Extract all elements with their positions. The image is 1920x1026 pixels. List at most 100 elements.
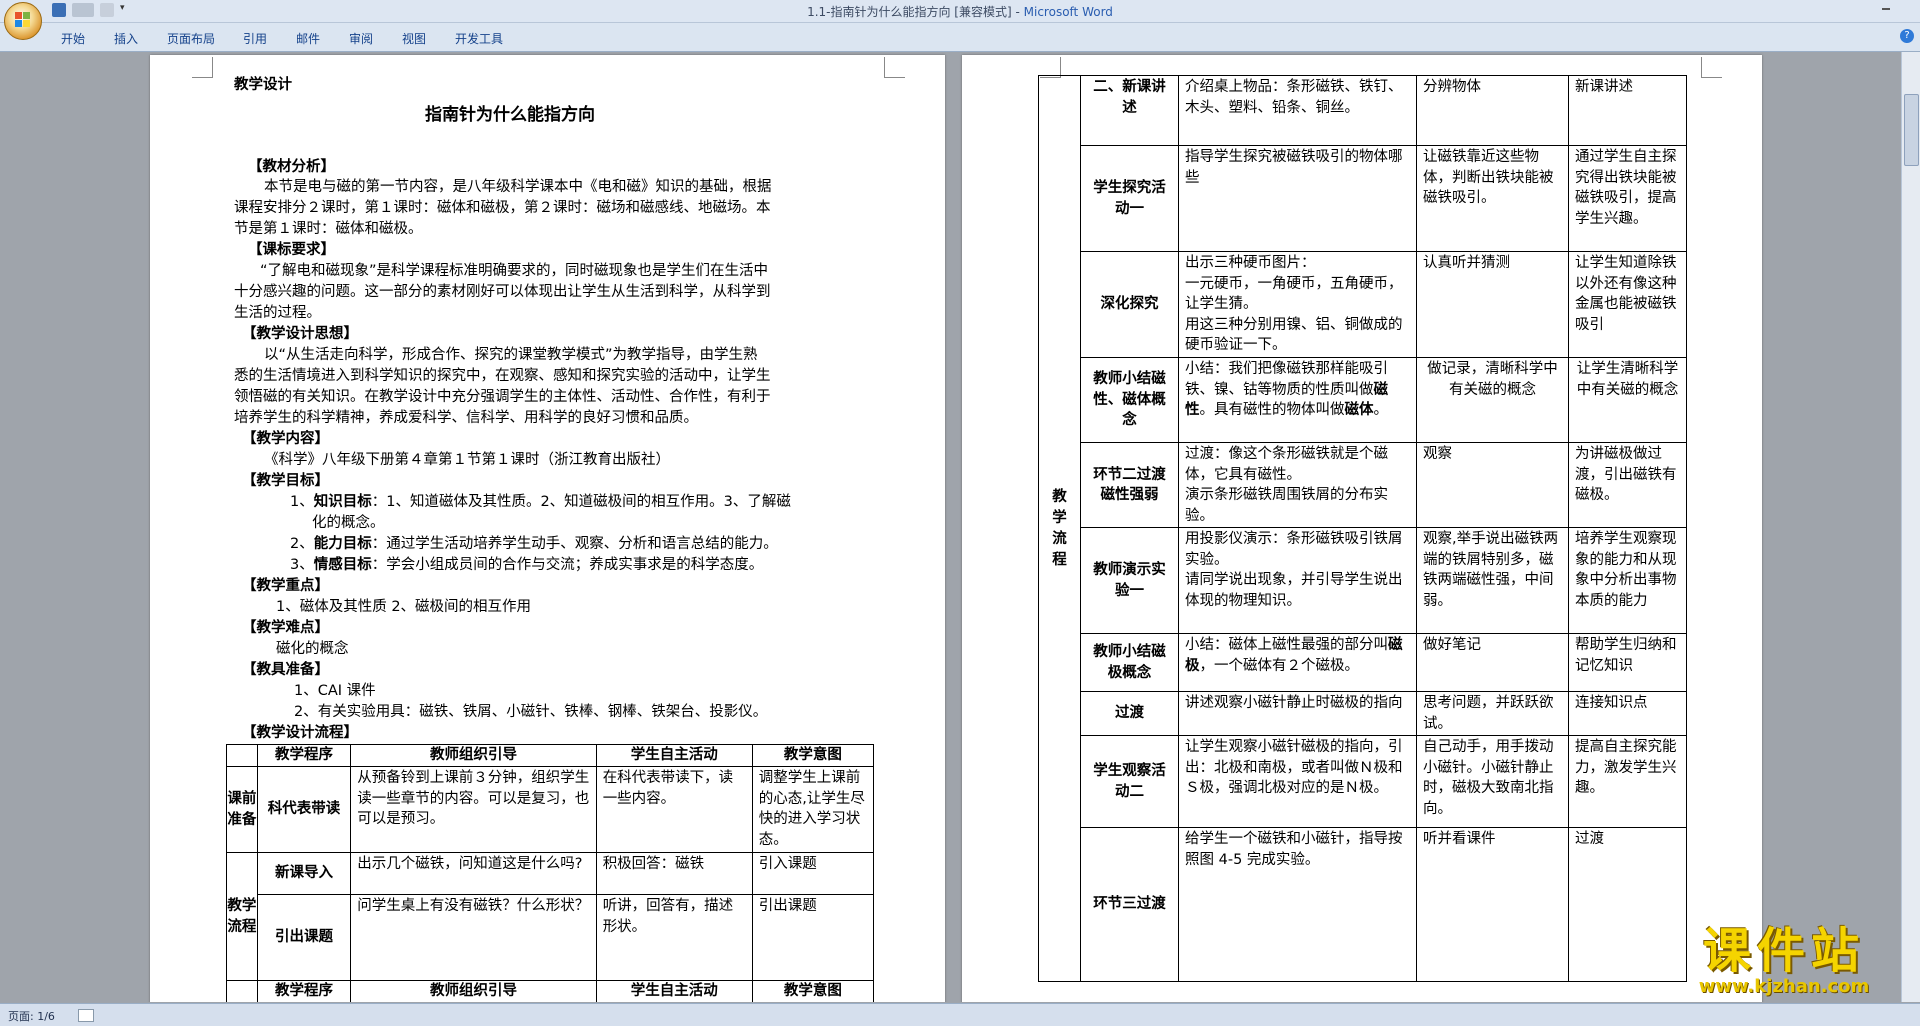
- intent-cell: 连接知识点: [1568, 691, 1687, 736]
- intent-cell: 调整学生上课前的心态,让学生尽快的进入学习状态。: [751, 766, 875, 853]
- table-row: 教师演示实验一 用投影仪演示：条形磁铁吸引铁屑实验。 请同学说出现象，并引导学生说…: [1039, 527, 1687, 634]
- group-label-cell: 教学流程: [226, 852, 258, 981]
- customize-toolbar-icon[interactable]: ▾: [120, 3, 130, 17]
- crop-mark: [192, 57, 213, 78]
- section-heading: 【教学设计流程】: [242, 725, 358, 741]
- ribbon-tabs: 开始 插入 页面布局 引用 邮件 审阅 视图 开发工具 ?: [0, 23, 1920, 52]
- tab-references[interactable]: 引用: [243, 30, 267, 47]
- window-title: 1.1-指南针为什么能指方向 [兼容模式] - Microsoft Word: [0, 3, 1920, 20]
- minimize-icon: [1882, 8, 1890, 10]
- section-heading: 【教材分析】: [248, 159, 335, 175]
- teacher-line: 演示条形磁铁周围铁屑的分布实验。: [1185, 487, 1388, 524]
- teacher-cell: 出示几个磁铁，问知道这是什么吗?: [350, 852, 597, 895]
- vertical-scrollbar[interactable]: [1901, 52, 1920, 1002]
- step-cell: 学生探究活动一: [1080, 145, 1179, 252]
- goal-label: 能力目标: [313, 536, 372, 552]
- section-heading: 【教具准备】: [242, 662, 329, 678]
- crop-mark: [884, 57, 905, 78]
- tab-view[interactable]: 视图: [402, 30, 426, 47]
- student-cell: 认真听并猜测: [1416, 251, 1569, 358]
- paragraph-line: 以“从生活走向科学，形成合作、探究的课堂教学模式”为教学指导，由学生熟: [264, 347, 758, 363]
- teacher-cell: 从预备铃到上课前３分钟，组织学生读一些章节的内容。可以是复习，也可以是预习。: [350, 766, 597, 853]
- goal-line: 2、能力目标：通过学生活动培养学生动手、观察、分析和语言总结的能力。: [290, 534, 778, 555]
- scrollbar-thumb[interactable]: [1904, 94, 1919, 166]
- tab-page-layout[interactable]: 页面布局: [167, 30, 215, 47]
- column-header: 教学程序: [256, 744, 352, 767]
- student-cell: 听讲，回答有，描述形状。: [595, 894, 753, 981]
- section-heading: 【教学设计思想】: [242, 326, 358, 342]
- section-heading: 【教学目标】: [242, 473, 329, 489]
- minimize-button[interactable]: [1882, 4, 1912, 14]
- table-row: 教师小结磁极概念 小结：磁体上磁性最强的部分叫磁极，一个磁体有２个磁极。 做好笔…: [1039, 633, 1687, 692]
- goal-line-cont: 化的概念。: [312, 515, 385, 531]
- step-cell: 学生观察活动二: [1080, 735, 1179, 828]
- tab-mailings[interactable]: 邮件: [296, 30, 320, 47]
- status-bar: 页面: 1/6: [0, 1003, 1920, 1026]
- help-icon[interactable]: ?: [1900, 29, 1914, 43]
- quick-access-toolbar: ▾: [52, 3, 130, 17]
- teacher-cell: 让学生观察小磁针磁极的指向，引出：北极和南极，或者叫做Ｎ极和Ｓ极，强调北极对应的…: [1178, 735, 1417, 828]
- teacher-cell: 讲述观察小磁针静止时磁极的指向: [1178, 691, 1417, 736]
- student-cell: 听并看课件: [1416, 827, 1569, 982]
- intent-cell: 通过学生自主探究得出铁块能被磁铁吸引，提高学生兴趣。: [1568, 145, 1687, 252]
- paragraph-line: 课程安排分２课时，第１课时：磁体和磁极，第２课时：磁场和磁感线、地磁场。本: [234, 200, 771, 216]
- table-cell: [226, 980, 258, 1002]
- table-header-row: 教学程序 教师组织引导 学生自主活动 教学意图: [226, 744, 875, 767]
- teacher-cell: 小结：磁体上磁性最强的部分叫磁极，一个磁体有２个磁极。: [1178, 633, 1417, 692]
- paragraph-line: “了解电和磁现象”是科学课程标准明确要求的，同时磁现象也是学生们在生活中: [260, 263, 769, 279]
- document-workspace[interactable]: 教学设计 指南针为什么能指方向 【教材分析】 本节是电与磁的第一节内容，是八年级…: [0, 52, 1920, 1002]
- teacher-cell: 过渡：像这个条形磁铁就是个磁体，它具有磁性。 演示条形磁铁周围铁屑的分布实验。: [1178, 442, 1417, 528]
- page-2: 教学流程 二、新课讲述 介绍桌上物品：条形磁铁、铁钉、木头、塑料、铅条、铜丝。 …: [962, 55, 1762, 1002]
- table-cell: [226, 744, 258, 767]
- teacher-cell: 用投影仪演示：条形磁铁吸引铁屑实验。 请同学说出现象，并引导学生说出体现的物理知识…: [1178, 527, 1417, 634]
- teacher-text: 小结：我们把像磁铁那样能吸引铁、镍、钴等物质的性质叫做: [1185, 361, 1388, 398]
- lesson-flow-table: 教学程序 教师组织引导 学生自主活动 教学意图 课前准备 科代表带读 从预备铃到…: [226, 744, 875, 1002]
- intent-cell: 引出课题: [751, 894, 875, 981]
- student-cell: 观察: [1416, 442, 1569, 528]
- teacher-cell: 问学生桌上有没有磁铁？什么形状？: [350, 894, 597, 981]
- goal-text: ：1、知道磁体及其性质。2、知道磁极间的相互作用。3、了解磁: [371, 494, 791, 510]
- goal-number: 3、: [290, 557, 314, 573]
- paragraph-line: 1、CAI 课件: [294, 683, 376, 699]
- student-cell: 思考问题，并跃跃欲试。: [1416, 691, 1569, 736]
- paragraph-line: 2、有关实验用具：磁铁、铁屑、小磁针、铁棒、钢棒、铁架台、投影仪。: [294, 704, 768, 720]
- section-heading: 【课标要求】: [248, 242, 335, 258]
- paragraph-line: 《科学》八年级下册第４章第１节第１课时（浙江教育出版社）: [264, 452, 670, 468]
- teacher-cell: 指导学生探究被磁铁吸引的物体哪些: [1178, 145, 1417, 252]
- key-term: 磁体: [1344, 402, 1374, 418]
- proofing-icon[interactable]: [78, 1009, 94, 1022]
- paragraph-line: 磁化的概念: [276, 641, 349, 657]
- intent-cell: 让学生知道除铁以外还有像这种金属也能被磁铁吸引: [1568, 251, 1687, 358]
- tab-developer[interactable]: 开发工具: [455, 30, 503, 47]
- watermark-url: www.kjzhan.com: [1698, 976, 1870, 997]
- watermark-logo: 课件站: [1702, 923, 1865, 979]
- table-header-row-repeat: 教学程序 教师组织引导 学生自主活动 教学意图: [226, 980, 875, 1002]
- paragraph-line: 节是第１课时：磁体和磁极。: [234, 221, 423, 237]
- student-cell: 自己动手，用手拨动小磁针。小磁针静止时，磁极大致南北指向。: [1416, 735, 1569, 828]
- table-row: 过渡 讲述观察小磁针静止时磁极的指向 思考问题，并跃跃欲试。 连接知识点: [1039, 691, 1687, 736]
- student-cell: 在科代表带读下，读一些内容。: [595, 766, 753, 853]
- step-cell: 科代表带读: [256, 766, 352, 853]
- goal-label: 知识目标: [313, 494, 372, 510]
- page-1: 教学设计 指南针为什么能指方向 【教材分析】 本节是电与磁的第一节内容，是八年级…: [150, 55, 945, 1002]
- teacher-text: 小结：磁体上磁性最强的部分叫: [1185, 637, 1388, 653]
- office-button[interactable]: [4, 2, 42, 40]
- intent-cell: 提高自主探究能力，激发学生兴趣。: [1568, 735, 1687, 828]
- tab-home[interactable]: 开始: [61, 30, 85, 47]
- teacher-line: 用这三种分别用镍、铝、铜做成的硬币验证一下。: [1185, 316, 1403, 354]
- undo-icon[interactable]: [72, 3, 94, 17]
- paragraph-line: 十分感兴趣的问题。这一部分的素材刚好可以体现出让学生从生活到科学，从科学到: [234, 284, 771, 300]
- redo-icon[interactable]: [100, 3, 114, 17]
- app-name: Microsoft Word: [1023, 5, 1113, 19]
- teacher-line: 用投影仪演示：条形磁铁吸引铁屑实验。: [1185, 531, 1403, 568]
- paragraph-line: 本节是电与磁的第一节内容，是八年级科学课本中《电和磁》知识的基础，根据: [264, 179, 772, 195]
- save-icon[interactable]: [52, 3, 66, 17]
- goal-text: ：学会小组成员间的合作与交流；养成实事求是的科学态度。: [371, 557, 764, 573]
- goal-number: 2、: [290, 536, 314, 552]
- column-header: 教师组织引导: [350, 980, 597, 1002]
- tab-insert[interactable]: 插入: [114, 30, 138, 47]
- column-header: 教师组织引导: [350, 744, 597, 767]
- tab-review[interactable]: 审阅: [349, 30, 373, 47]
- paragraph-line: 悉的生活情境进入到科学知识的探究中，在观察、感知和探究实验的活动中，让学生: [234, 368, 771, 384]
- page-count[interactable]: 页面: 1/6: [8, 1008, 55, 1024]
